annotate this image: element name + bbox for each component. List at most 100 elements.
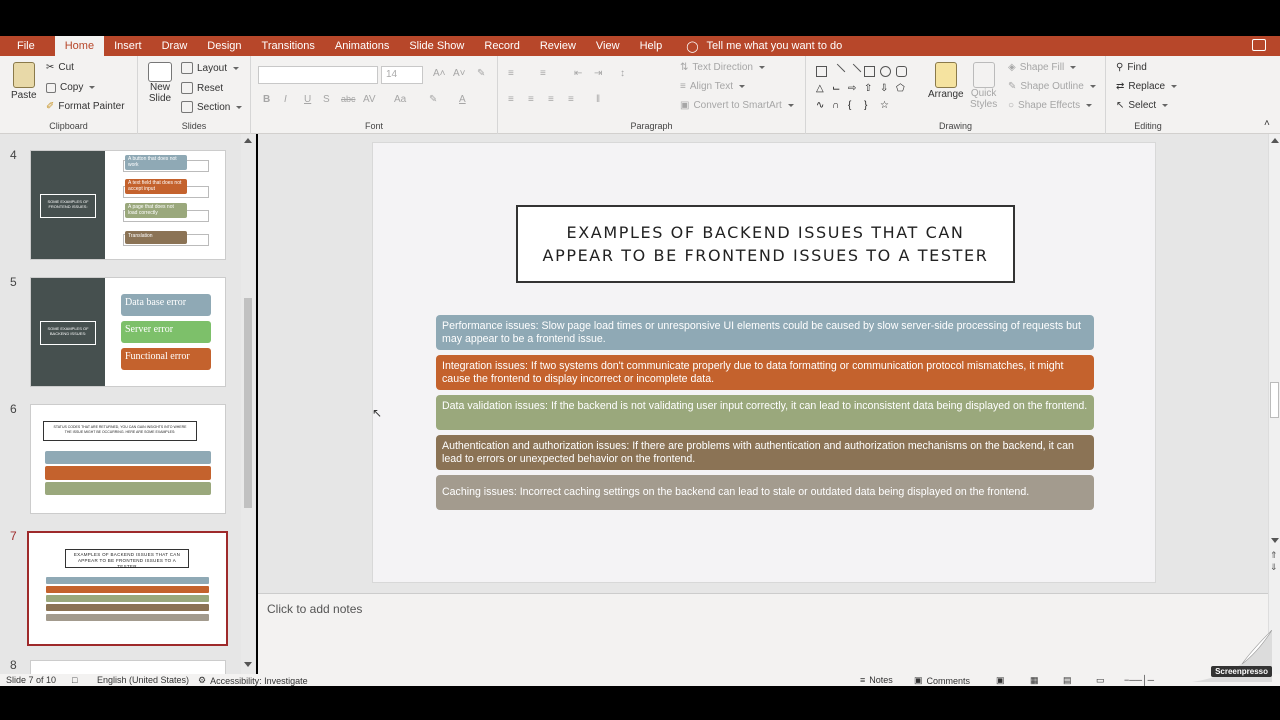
collapse-ribbon-icon[interactable]: ˄ <box>1264 118 1270 129</box>
arrange-button[interactable]: Arrange <box>928 62 964 100</box>
scroll-down-icon[interactable] <box>244 662 252 667</box>
menu-record[interactable]: Record <box>474 36 529 56</box>
current-slide[interactable]: EXAMPLES OF BACKEND ISSUES THAT CAN APPE… <box>372 142 1156 583</box>
triangle-shape-icon[interactable]: △ <box>816 83 827 94</box>
scroll-down-icon[interactable] <box>1271 538 1279 543</box>
language-status[interactable]: English (United States) <box>97 675 189 685</box>
columns-icon[interactable]: ‖ <box>596 94 600 105</box>
align-right-icon[interactable]: ≡ <box>548 94 554 105</box>
freeform-shape-icon[interactable]: ∿ <box>816 100 827 111</box>
menu-transitions[interactable]: Transitions <box>252 36 325 56</box>
quick-styles-button[interactable]: Quick Styles <box>970 62 997 110</box>
bullet-authentication-issues[interactable]: Authentication and authorization issues:… <box>436 435 1094 470</box>
up-arrow-shape-icon[interactable]: ⇧ <box>864 83 875 94</box>
shrink-font-button[interactable]: A˅ <box>453 68 466 79</box>
scroll-up-icon[interactable] <box>1271 138 1279 143</box>
cut-button[interactable]: ✂ Cut <box>46 62 74 73</box>
align-text-button[interactable]: ≡ Align Text <box>680 81 746 92</box>
reading-view-icon[interactable]: ▤ <box>1063 675 1072 686</box>
slide-thumbnail-5[interactable]: SOME EXAMPLES OF BACKEND ISSUES: Data ba… <box>30 277 226 387</box>
bullet-integration-issues[interactable]: Integration issues: If two systems don't… <box>436 355 1094 390</box>
bullets-icon[interactable]: ≡ <box>508 68 514 79</box>
underline-button[interactable]: U <box>304 94 311 105</box>
bullet-performance-issues[interactable]: Performance issues: Slow page load times… <box>436 315 1094 350</box>
reset-button[interactable]: Reset <box>181 82 223 94</box>
new-slide-button[interactable]: New Slide <box>148 62 172 104</box>
text-direction-button[interactable]: ⇅ Text Direction <box>680 62 765 73</box>
square-shape-icon[interactable] <box>864 66 875 77</box>
shape-effects-button[interactable]: ○ Shape Effects <box>1008 100 1093 111</box>
comments-icon[interactable] <box>1252 39 1266 51</box>
shape-outline-button[interactable]: ✎ Shape Outline <box>1008 81 1096 92</box>
curve-shape-icon[interactable]: ∩ <box>832 100 843 111</box>
line-spacing-icon[interactable]: ↕ <box>620 68 625 79</box>
menu-review[interactable]: Review <box>530 36 586 56</box>
menu-draw[interactable]: Draw <box>152 36 198 56</box>
notes-pane[interactable]: Click to add notes <box>258 593 1268 674</box>
shapes-gallery[interactable]: △ ⌙ ⇨ ⇧ ⇩ ⬠ ∿ ∩ { } ☆ <box>814 63 914 112</box>
shadow-button[interactable]: S <box>323 94 330 105</box>
right-arrow-shape-icon[interactable]: ⇨ <box>848 83 859 94</box>
copy-button[interactable]: Copy <box>46 82 96 93</box>
pentagon-shape-icon[interactable]: ⬠ <box>896 83 907 94</box>
slide-thumbnail-8[interactable] <box>30 660 226 674</box>
select-button[interactable]: ↖ Select <box>1116 100 1169 111</box>
highlight-icon[interactable]: ✎ <box>429 94 437 105</box>
bullet-data-validation-issues[interactable]: Data validation issues: If the backend i… <box>436 395 1094 430</box>
scrollbar-thumb[interactable] <box>1270 382 1279 418</box>
slide-thumbnail-6[interactable]: STATUS CODES THAT ARE RETURNED, YOU CAN … <box>30 404 226 514</box>
grow-font-button[interactable]: A˄ <box>433 68 446 79</box>
change-case-button[interactable]: Aa <box>394 94 406 105</box>
slideshow-view-icon[interactable]: ▭ <box>1096 675 1105 686</box>
align-center-icon[interactable]: ≡ <box>528 94 534 105</box>
character-spacing-button[interactable]: AV <box>363 94 376 105</box>
justify-icon[interactable]: ≡ <box>568 94 574 105</box>
bullet-caching-issues[interactable]: Caching issues: Incorrect caching settin… <box>436 475 1094 510</box>
strikethrough-button[interactable]: abc <box>341 94 356 104</box>
scrollbar-thumb[interactable] <box>244 298 252 508</box>
font-color-icon[interactable]: A <box>459 94 466 105</box>
spell-check-icon[interactable]: □ <box>72 675 77 685</box>
tell-me-search[interactable]: ◯ Tell me what you want to do <box>686 40 842 53</box>
rectangle-shape-icon[interactable] <box>816 66 827 77</box>
down-arrow-shape-icon[interactable]: ⇩ <box>880 83 891 94</box>
menu-design[interactable]: Design <box>197 36 251 56</box>
decrease-indent-icon[interactable]: ⇤ <box>574 68 582 79</box>
left-brace-shape-icon[interactable]: { <box>848 100 859 111</box>
editor-scrollbar[interactable]: ⇑ ⇓ <box>1268 134 1280 674</box>
numbering-icon[interactable]: ≡ <box>540 68 546 79</box>
comments-toggle-button[interactable]: ▣ Comments <box>914 675 970 686</box>
notes-toggle-button[interactable]: ≡ Notes <box>860 675 893 685</box>
thumbnails-scrollbar[interactable] <box>241 134 255 674</box>
italic-button[interactable]: I <box>284 94 287 105</box>
format-painter-button[interactable]: ✐ Format Painter <box>46 101 125 112</box>
slide-sorter-icon[interactable]: ▦ <box>1030 675 1039 686</box>
section-button[interactable]: Section <box>181 101 243 113</box>
increase-indent-icon[interactable]: ⇥ <box>594 68 602 79</box>
menu-home[interactable]: Home <box>54 36 105 56</box>
arrow-shape-icon[interactable] <box>845 63 862 80</box>
shape-fill-button[interactable]: ◈ Shape Fill <box>1008 62 1077 73</box>
menu-insert[interactable]: Insert <box>104 36 152 56</box>
menu-view[interactable]: View <box>586 36 630 56</box>
accessibility-status[interactable]: ⚙ Accessibility: Investigate <box>198 675 308 686</box>
align-left-icon[interactable]: ≡ <box>508 94 514 105</box>
font-size-box[interactable]: 14 <box>381 66 423 84</box>
right-brace-shape-icon[interactable]: } <box>864 100 875 111</box>
star-shape-icon[interactable]: ☆ <box>880 100 891 111</box>
paste-button[interactable]: Paste <box>11 62 37 101</box>
replace-button[interactable]: ⇄ Replace <box>1116 81 1178 92</box>
bold-button[interactable]: B <box>263 94 270 105</box>
line-shape-icon[interactable] <box>829 63 846 80</box>
menu-help[interactable]: Help <box>630 36 673 56</box>
normal-view-icon[interactable]: ▣ <box>996 675 1005 686</box>
scroll-up-icon[interactable] <box>244 138 252 143</box>
font-family-box[interactable] <box>258 66 378 84</box>
rounded-rect-shape-icon[interactable] <box>896 66 907 77</box>
layout-button[interactable]: Layout <box>181 62 240 74</box>
next-slide-icon[interactable]: ⇓ <box>1270 562 1278 572</box>
slide-title[interactable]: EXAMPLES OF BACKEND ISSUES THAT CAN APPE… <box>516 205 1015 283</box>
elbow-connector-icon[interactable]: ⌙ <box>832 83 843 94</box>
previous-slide-icon[interactable]: ⇑ <box>1270 550 1278 560</box>
zoom-slider[interactable]: −──│─ <box>1124 675 1154 685</box>
